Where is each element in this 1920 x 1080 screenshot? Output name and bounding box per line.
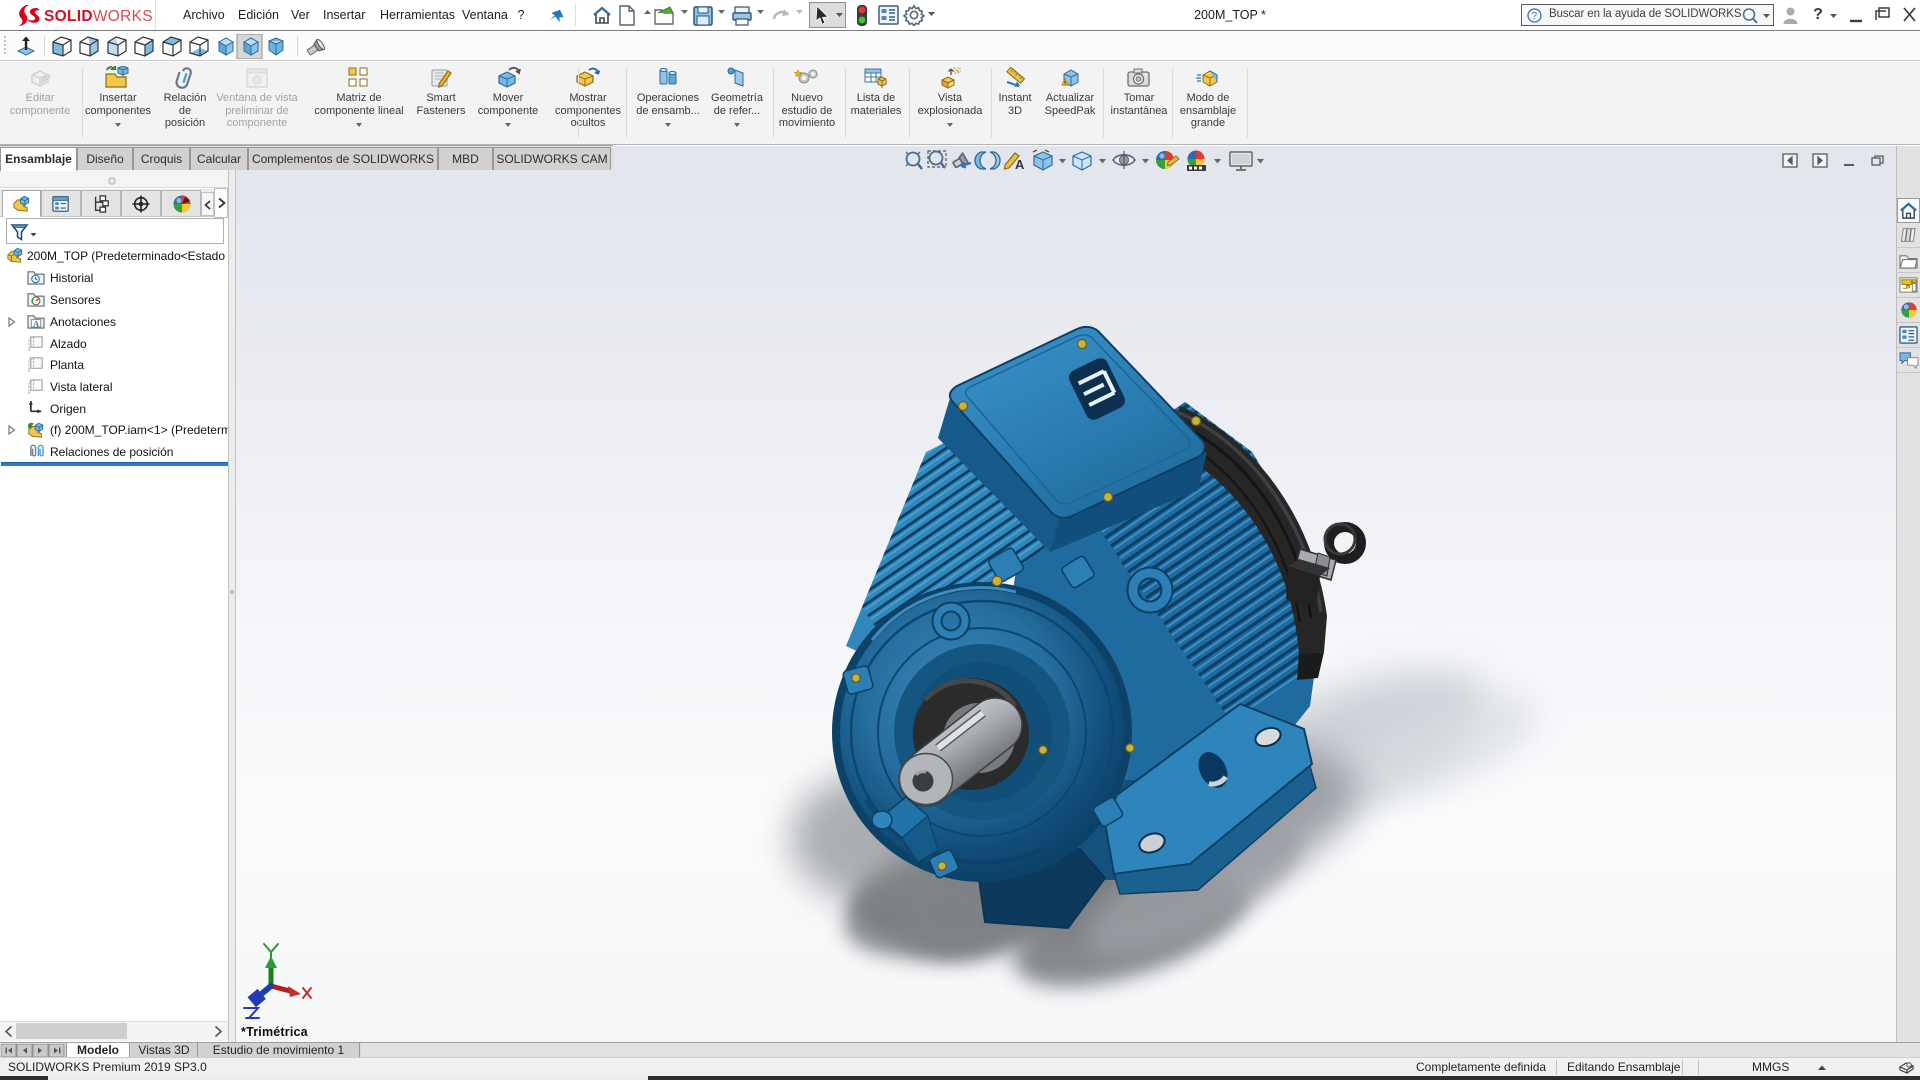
svg-text:?: ? xyxy=(1532,11,1538,22)
svg-text:SOLIDWORKS: SOLIDWORKS xyxy=(44,8,153,25)
svg-text:A: A xyxy=(1015,157,1025,172)
svg-text:A: A xyxy=(33,319,40,329)
